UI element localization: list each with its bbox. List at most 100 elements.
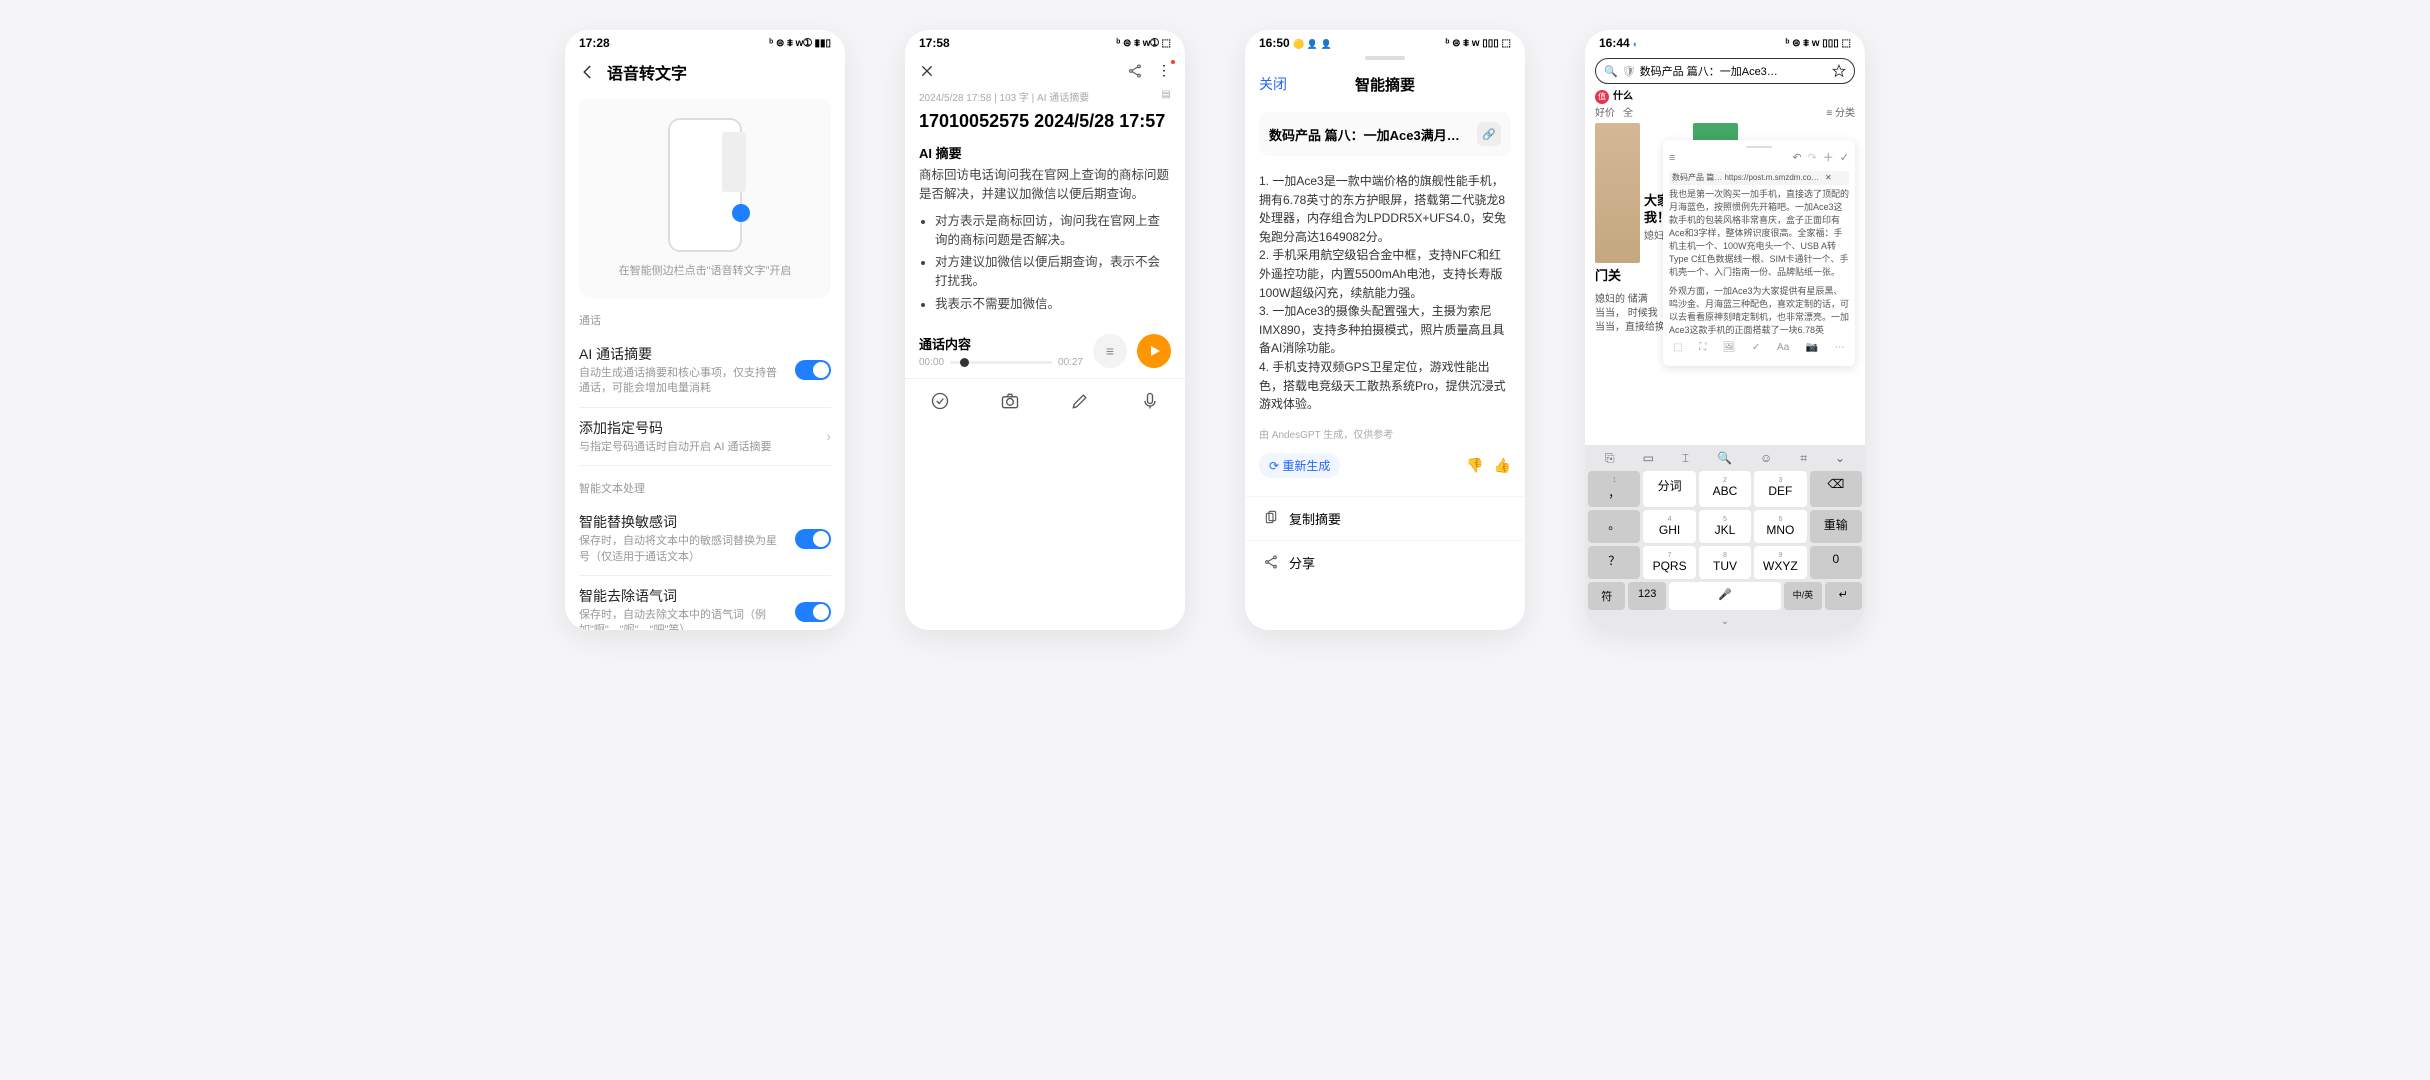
tab-item[interactable]: ≡ 分类 [1826, 107, 1855, 121]
favorite-icon[interactable] [1832, 64, 1846, 78]
key[interactable]: 9WXYZ [1754, 546, 1806, 579]
status-icons: ᵇ ⊜ ⩨ ᴡ➀ ▮▮▯ [769, 38, 831, 49]
audio-track[interactable] [950, 361, 1052, 364]
item-ai-summary[interactable]: AI 通话摘要 自动生成通话摘要和核心事项，仅支持普通话，可能会增加电量消耗 [579, 334, 831, 408]
close-icon[interactable] [919, 63, 935, 79]
format-icon[interactable]: ⬚ [1673, 341, 1682, 356]
add-icon[interactable]: ＋ [1823, 151, 1834, 167]
search-box[interactable]: 🔍 🛡 数码产品 篇八：一加Ace3… [1595, 58, 1855, 84]
kb-tool-icon[interactable]: ⌶ [1682, 451, 1689, 466]
item-sensitive-words[interactable]: 智能替换敏感词 保存时，自动将文本中的敏感词替换为星号（仅适用于通话文本） [579, 502, 831, 576]
play-button[interactable] [1137, 334, 1171, 368]
regenerate-button[interactable]: ⟳ 重新生成 [1259, 453, 1340, 478]
kb-tool-icon[interactable]: 🔍 [1717, 451, 1732, 466]
copy-icon [1263, 510, 1279, 526]
camera-icon[interactable] [1000, 391, 1020, 411]
audio-end-time: 00:27 [1058, 357, 1083, 368]
list-icon[interactable]: ≡ [1669, 151, 1675, 167]
toggle-sensitive[interactable] [795, 529, 831, 549]
drag-handle[interactable] [1365, 56, 1405, 60]
item-filler-desc: 保存时，自动去除文本中的语气词（例如"啊"、"呢"、"吧"等） [579, 608, 787, 630]
item-sensitive-desc: 保存时，自动将文本中的敏感词替换为星号（仅适用于通话文本） [579, 534, 787, 565]
check-icon[interactable] [930, 391, 950, 411]
toggle-filler[interactable] [795, 602, 831, 622]
menu-button[interactable]: ≡ [1093, 334, 1127, 368]
note-tab[interactable]: 数码产品 篇… https://post.m.smzdm.com/p/az… ✕ [1669, 171, 1849, 185]
share-row[interactable]: 分享 [1245, 540, 1525, 584]
tab-item[interactable]: 好价 [1595, 107, 1615, 121]
kb-tool-icon[interactable]: ⌗ [1800, 451, 1807, 466]
thumbs-up-icon[interactable]: 👍 [1494, 457, 1511, 474]
toggle-ai-summary[interactable] [795, 360, 831, 380]
key[interactable]: 2ABC [1699, 471, 1751, 507]
back-arrow-icon[interactable] [579, 63, 597, 81]
link-icon[interactable]: 🔗 [1477, 122, 1501, 146]
summary-paragraph: 商标回访电话询问我在官网上查询的商标问题是否解决，并建议加微信以便后期查询。 [905, 164, 1185, 206]
status-icons: ᵇ ⊜ ⩨ ᴡ ▯▯▯ ⬚ [1445, 38, 1511, 49]
key-symbol[interactable]: 符 [1588, 582, 1625, 610]
note-body-1: 我也是第一次购买一加手机，直接选了顶配的月海蓝色，按照惯例先开箱吧。一加Ace3… [1669, 188, 1849, 279]
status-time: 16:44 [1599, 36, 1630, 50]
chevron-right-icon: › [826, 428, 831, 444]
copy-row[interactable]: 复制摘要 [1245, 496, 1525, 540]
check-icon[interactable]: ✓ [1840, 151, 1849, 167]
bullet-item: 对方建议加微信以便后期查询，表示不会打扰我。 [935, 253, 1171, 291]
phone-note-summary: 17:58 ᵇ ⊜ ⩨ ᴡ➀ ⬚ ⋮ 2024/5/28 17:58 | 103… [905, 30, 1185, 630]
key[interactable]: 8TUV [1699, 546, 1751, 579]
key[interactable]: 3DEF [1754, 471, 1806, 507]
bullet-item: 我表示不需要加微信。 [935, 295, 1171, 314]
key[interactable]: 4GHI [1643, 510, 1695, 543]
key-lang[interactable]: 中/英 [1784, 582, 1821, 610]
illustration-card: 在智能侧边栏点击"语音转文字"开启 [579, 98, 831, 298]
key[interactable]: ⌫ [1810, 471, 1862, 507]
item-filler-words[interactable]: 智能去除语气词 保存时，自动去除文本中的语气词（例如"啊"、"呢"、"吧"等） [579, 576, 831, 630]
audio-start-time: 00:00 [919, 357, 944, 368]
key[interactable]: ？ [1588, 546, 1640, 579]
edit-icon[interactable] [1070, 391, 1090, 411]
keyboard-grid: 1，分词2ABC3DEF⌫ 。4GHI5JKL6MNO重输 ？7PQRS8TUV9W… [1585, 468, 1865, 582]
kb-collapse-icon[interactable]: ⌄ [1835, 451, 1845, 466]
keyboard-hide[interactable]: ⌄ [1585, 613, 1865, 630]
kb-tool-icon[interactable]: ☺ [1760, 451, 1772, 466]
mic-icon[interactable] [1140, 391, 1160, 411]
scan-icon[interactable]: ⛶ [1699, 341, 1706, 356]
camera-icon[interactable]: 📷 [1806, 341, 1818, 356]
more-icon[interactable]: ⋮ [1157, 62, 1171, 79]
summary-text: 1. 一加Ace3是一款中端价格的旗舰性能手机，拥有6.78英寸的东方护眼屏，搭… [1259, 172, 1511, 414]
key[interactable]: 5JKL [1699, 510, 1751, 543]
key[interactable]: 分词 [1643, 471, 1695, 507]
status-time: 17:58 [919, 36, 950, 50]
check-circle-icon[interactable]: ✓ [1752, 341, 1760, 356]
key[interactable]: 。 [1588, 510, 1640, 543]
tab-item[interactable]: 全 [1623, 107, 1633, 121]
item-add-number-desc: 与指定号码通话时自动开启 AI 通话摘要 [579, 440, 772, 455]
item-add-number[interactable]: 添加指定号码 与指定号码通话时自动开启 AI 通话摘要 › [579, 408, 831, 466]
font-icon[interactable]: Aa [1777, 341, 1789, 356]
audio-player: 通话内容 00:00 00:27 ≡ [905, 324, 1185, 378]
content-area: 在智能侧边栏点击"语音转文字"开启 通话 AI 通话摘要 自动生成通话摘要和核心… [565, 92, 845, 630]
status-icons: ᵇ ⊜ ⩨ ᴡ➀ ⬚ [1116, 38, 1171, 49]
item-sensitive-title: 智能替换敏感词 [579, 512, 787, 532]
image-icon[interactable]: 🖼 [1723, 341, 1736, 356]
key[interactable]: 6MNO [1754, 510, 1806, 543]
key-123[interactable]: 123 [1628, 582, 1665, 610]
more-icon[interactable]: ⋯ [1835, 341, 1845, 356]
key[interactable]: 7PQRS [1643, 546, 1695, 579]
keyboard-space-row: 符 123 🎤 中/英 ↵ [1585, 582, 1865, 613]
thumbs-down-icon[interactable]: 👎 [1466, 457, 1483, 474]
site-name: 什么 [1613, 90, 1633, 104]
key[interactable]: 0 [1810, 546, 1862, 579]
key-enter[interactable]: ↵ [1825, 582, 1862, 610]
close-tab-icon[interactable]: ✕ [1825, 172, 1832, 184]
note-overlay[interactable]: ≡ ↶ ↷ ＋ ✓ 数码产品 篇… https://post.m.smzdm.c… [1663, 140, 1855, 366]
redo-icon[interactable]: ↷ [1808, 151, 1817, 167]
share-icon[interactable] [1127, 63, 1143, 79]
kb-tool-icon[interactable]: ⎘ [1605, 451, 1615, 466]
bullet-item: 对方表示是商标回访，询问我在官网上查询的商标问题是否解决。 [935, 212, 1171, 250]
undo-icon[interactable]: ↶ [1792, 151, 1801, 167]
key[interactable]: 重输 [1810, 510, 1862, 543]
kb-tool-icon[interactable]: ▭ [1643, 451, 1654, 466]
key-space[interactable]: 🎤 [1669, 582, 1781, 610]
key[interactable]: 1， [1588, 471, 1640, 507]
share-icon [1263, 554, 1279, 570]
